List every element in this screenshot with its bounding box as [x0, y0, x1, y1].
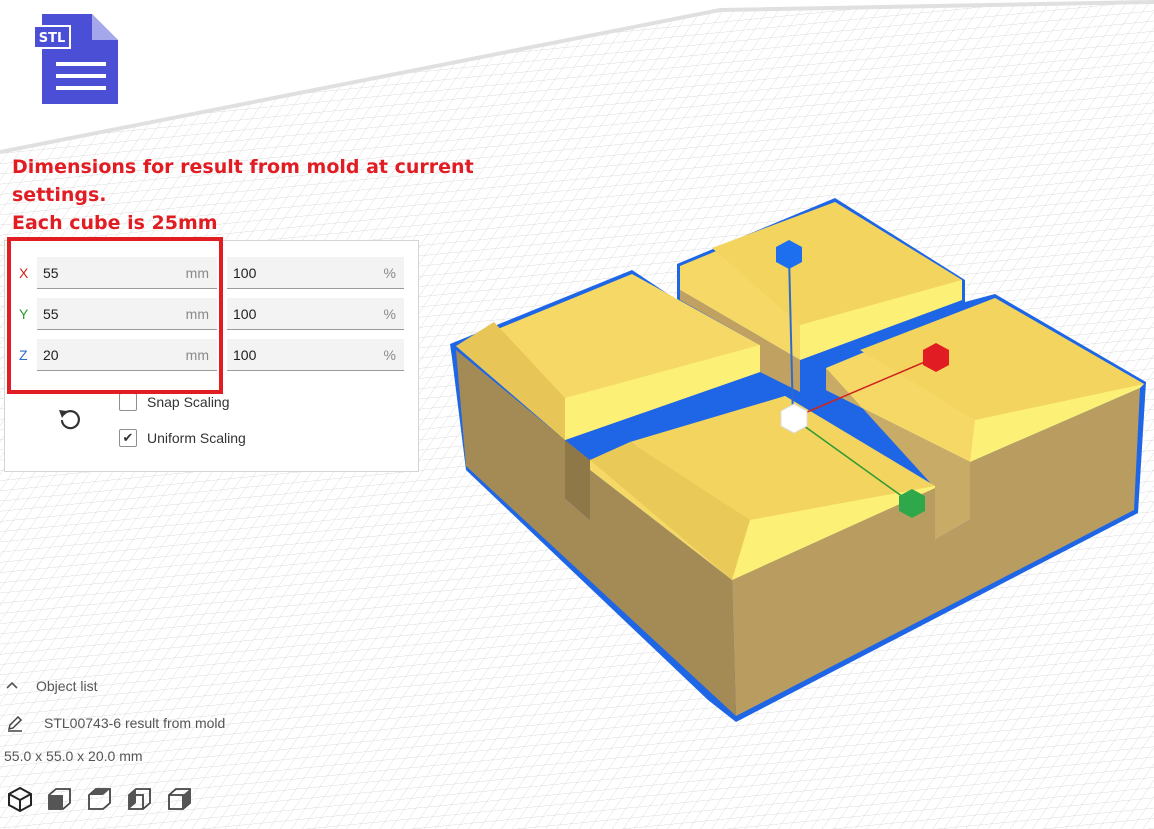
object-list-header: Object list: [36, 678, 98, 694]
top-view-icon[interactable]: [86, 785, 114, 813]
z-percent-value: 100: [233, 347, 257, 363]
right-view-icon[interactable]: [166, 785, 194, 813]
left-view-icon[interactable]: [126, 785, 154, 813]
x-percent-unit: %: [383, 265, 396, 281]
z-percent-unit: %: [383, 347, 396, 363]
z-percent-input[interactable]: 100 %: [227, 339, 404, 371]
pencil-icon[interactable]: [6, 714, 24, 732]
annotation-line-3: Each cube is 25mm: [12, 212, 218, 234]
uniform-scaling-label: Uniform Scaling: [147, 430, 246, 446]
annotation-line-1: Dimensions for result from mold at curre…: [12, 156, 474, 178]
snap-scaling-checkbox[interactable]: [119, 393, 137, 411]
view-buttons: [6, 785, 206, 815]
x-percent-input[interactable]: 100 %: [227, 257, 404, 289]
3d-view-icon[interactable]: [6, 785, 34, 813]
x-percent-value: 100: [233, 265, 257, 281]
stl-icon-label: STL: [39, 31, 66, 46]
highlight-box: [7, 237, 223, 394]
object-name: STL00743-6 result from mold: [44, 715, 226, 731]
annotation-text: Dimensions for result from mold at curre…: [12, 153, 532, 237]
front-view-icon[interactable]: [46, 785, 74, 813]
y-percent-unit: %: [383, 306, 396, 322]
y-percent-value: 100: [233, 306, 257, 322]
uniform-scaling-checkbox[interactable]: ✔: [119, 429, 137, 447]
object-dimensions: 55.0 x 55.0 x 20.0 mm: [4, 748, 143, 764]
y-percent-input[interactable]: 100 %: [227, 298, 404, 330]
chevron-up-icon: [6, 681, 18, 689]
center-handle[interactable]: [780, 403, 808, 434]
snap-scaling-label: Snap Scaling: [147, 394, 230, 410]
annotation-line-2: settings.: [12, 184, 107, 206]
reset-scale-button[interactable]: [55, 405, 85, 435]
rotate-ccw-icon: [59, 410, 80, 430]
stl-file-icon: STL: [33, 10, 127, 106]
